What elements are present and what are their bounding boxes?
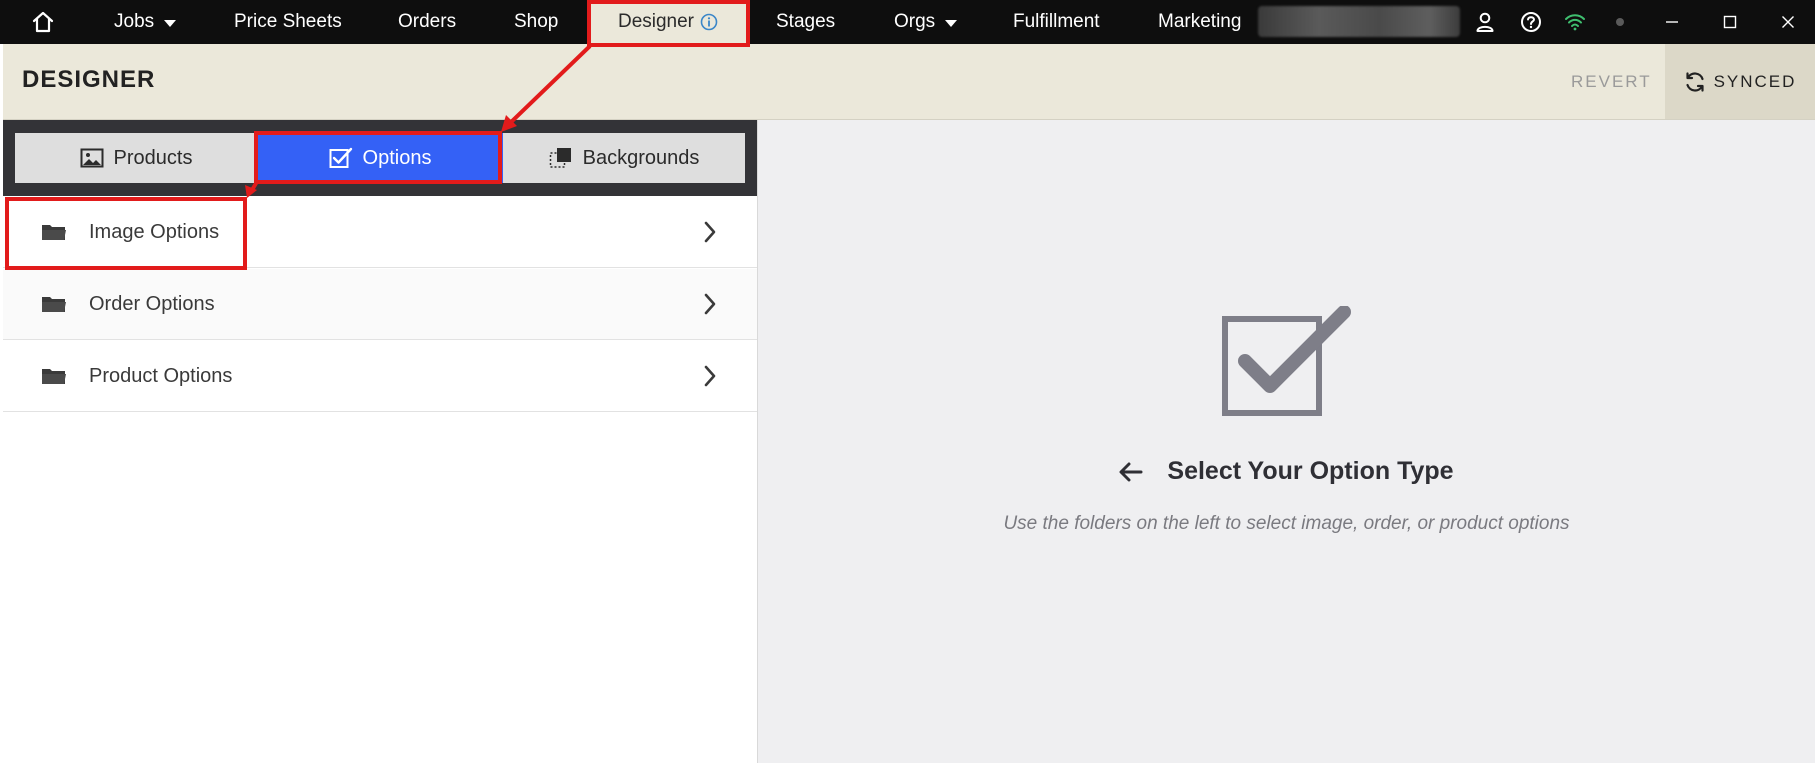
large-checkbox-icon: [1221, 305, 1351, 421]
arrow-left-icon: [1119, 462, 1143, 481]
folder-image-options[interactable]: Image Options: [3, 197, 757, 268]
empty-state-subtitle: Use the folders on the left to select im…: [1003, 513, 1570, 534]
nav-fulfillment[interactable]: Fulfillment: [1013, 0, 1100, 44]
info-icon[interactable]: [700, 13, 718, 31]
checkbox-icon: [329, 147, 352, 168]
nav-orgs-label: Orgs: [894, 11, 936, 32]
synced-label: SYNCED: [1713, 71, 1797, 91]
home-button[interactable]: [26, 0, 60, 44]
tab-products[interactable]: Products: [15, 133, 257, 183]
synced-button[interactable]: SYNCED: [1665, 44, 1815, 119]
tab-options[interactable]: Options: [257, 133, 503, 183]
folder-label: Order Options: [89, 292, 215, 315]
nav-jobs-label: Jobs: [114, 11, 155, 32]
chevron-right-icon: [703, 221, 717, 243]
help-icon: [1521, 12, 1541, 32]
left-panel: Products Options Backgrounds Image Optio…: [3, 120, 758, 763]
folder-product-options[interactable]: Product Options: [3, 341, 757, 412]
nav-designer-label: Designer: [617, 11, 695, 32]
close-button[interactable]: [1772, 0, 1804, 44]
redacted-area: [1258, 6, 1460, 37]
right-panel: Select Your Option Type Use the folders …: [758, 120, 1815, 763]
tab-products-label: Products: [113, 146, 193, 169]
page-header: DESIGNER REVERT SYNCED: [3, 44, 1815, 120]
nav-marketing[interactable]: Marketing: [1158, 0, 1241, 44]
chevron-right-icon: [703, 365, 717, 387]
maximize-button[interactable]: [1714, 0, 1746, 44]
user-icon: [1476, 12, 1494, 32]
status-dot: [1610, 0, 1630, 44]
nav-price-sheets[interactable]: Price Sheets: [234, 0, 342, 44]
nav-shop[interactable]: Shop: [514, 0, 558, 44]
folder-label: Image Options: [89, 220, 220, 243]
nav-orgs[interactable]: Orgs: [894, 0, 958, 44]
nav-orders[interactable]: Orders: [398, 0, 456, 44]
empty-state-title: Select Your Option Type: [758, 457, 1815, 486]
revert-button[interactable]: REVERT: [1571, 72, 1652, 92]
chevron-right-icon: [703, 293, 717, 315]
tab-bar: Products Options Backgrounds: [3, 120, 757, 196]
minimize-button[interactable]: [1656, 0, 1688, 44]
tab-backgrounds-label: Backgrounds: [582, 146, 700, 169]
image-icon: [80, 148, 104, 168]
tab-options-label: Options: [362, 146, 432, 169]
caret-down-icon: [945, 19, 958, 27]
status-dot-icon: [1616, 18, 1624, 26]
wifi-icon: [1565, 14, 1585, 31]
maximize-icon: [1723, 15, 1737, 29]
nav-stages[interactable]: Stages: [776, 0, 835, 44]
folder-icon: [41, 294, 67, 314]
top-nav: Jobs Price Sheets Orders Shop Designer S…: [0, 0, 1815, 44]
folder-order-options[interactable]: Order Options: [3, 269, 757, 340]
folder-icon: [41, 222, 67, 242]
page-title: DESIGNER: [22, 66, 156, 93]
nav-jobs[interactable]: Jobs: [114, 0, 177, 44]
empty-state-title-text: Select Your Option Type: [1167, 457, 1454, 485]
tab-backgrounds[interactable]: Backgrounds: [503, 133, 745, 183]
nav-designer[interactable]: Designer: [588, 0, 748, 44]
help-button[interactable]: [1516, 0, 1546, 44]
folder-icon: [41, 366, 67, 386]
background-icon: [549, 148, 571, 168]
caret-down-icon: [164, 19, 177, 27]
connection-status[interactable]: [1560, 0, 1590, 44]
minimize-icon: [1666, 21, 1678, 23]
user-button[interactable]: [1470, 0, 1500, 44]
home-icon: [32, 11, 54, 33]
close-icon: [1782, 16, 1794, 28]
sync-icon: [1685, 71, 1704, 92]
folder-label: Product Options: [89, 364, 233, 387]
